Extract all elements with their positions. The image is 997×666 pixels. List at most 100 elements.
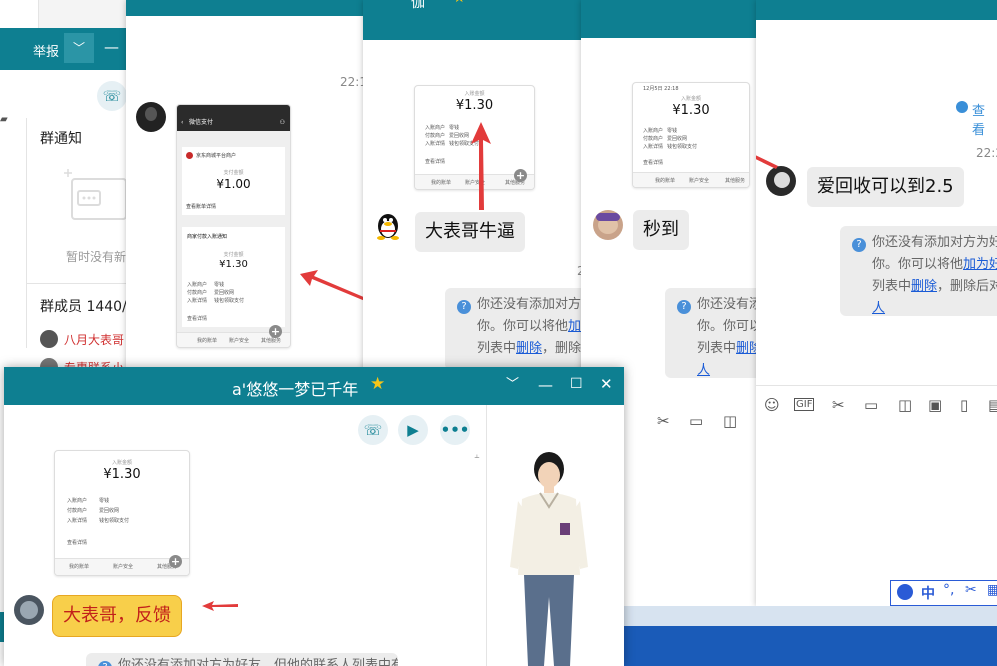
delete-link[interactable]: 删除 xyxy=(911,279,937,294)
detail-key: 入账商户 xyxy=(67,498,88,504)
add-icon[interactable]: + xyxy=(169,555,182,568)
screenshot-icon[interactable]: ◫ xyxy=(723,412,737,430)
toolbar-divider xyxy=(756,385,997,386)
video-call-icon[interactable]: ▶ xyxy=(398,415,428,445)
section-divider xyxy=(26,283,130,284)
dropdown-icon[interactable]: ﹀ xyxy=(64,33,94,63)
emoji-icon[interactable]: ☺ xyxy=(764,396,780,414)
notice-text: 你。你可以将他 xyxy=(477,319,569,334)
screenshot-icon[interactable]: ◫ xyxy=(898,396,912,414)
info-icon: ? xyxy=(457,300,471,314)
detail-value: 零钱 xyxy=(99,498,110,504)
footer-tab[interactable]: 我的账单 xyxy=(69,563,89,570)
scissors-icon[interactable]: ✂ xyxy=(657,412,670,430)
system-notice: ?你还没有添加对方为 你。你可以将他加为 列表中删除，删除后 xyxy=(445,288,585,370)
red-arrow-annotation xyxy=(756,155,778,169)
bill-detail-link[interactable]: 查看账单详情 xyxy=(186,203,216,210)
image-icon[interactable]: ▣ xyxy=(928,396,942,414)
collapse-icon[interactable]: ⫠ xyxy=(474,451,479,461)
notice-link[interactable]: 人 xyxy=(697,363,710,378)
footer: 我的账单 账户安全 其他服务 xyxy=(633,172,749,187)
detail-key: 付款商户 xyxy=(643,136,664,142)
notice-text: 列表中 xyxy=(477,341,517,356)
group-notice-title: 群通知 xyxy=(40,131,82,147)
footer-tab[interactable]: 其他服务 xyxy=(261,337,281,344)
chat-message-bubble: 大表哥牛逼 xyxy=(415,212,525,252)
notice-text: 你还没有添 xyxy=(697,297,761,312)
footer-tab[interactable]: 账户安全 xyxy=(229,337,249,344)
detail-link[interactable]: 查看详情 xyxy=(425,158,445,165)
info-icon: ? xyxy=(852,238,866,252)
chat-message-bubble: 爱回收可以到2.5 xyxy=(807,167,964,207)
footer-tab[interactable]: 其他服务 xyxy=(725,177,745,184)
desktop-strip xyxy=(622,606,997,626)
detail-key: 付款商户 xyxy=(187,290,208,296)
add-icon[interactable]: + xyxy=(514,169,527,182)
member-name[interactable]: 八月大表哥 xyxy=(64,331,124,348)
punctuation-icon[interactable]: °, xyxy=(943,582,954,598)
notice-text: 你还没有添加对方为 xyxy=(477,297,585,312)
footer-tab[interactable]: 我的账单 xyxy=(197,337,217,344)
detail-value: 钱包领取支付 xyxy=(99,518,130,524)
detail-key: 入账详情 xyxy=(643,144,664,150)
footer-tab[interactable]: 我的账单 xyxy=(655,177,675,184)
gif-icon[interactable]: GIF xyxy=(794,398,815,411)
detail-link[interactable]: 查看详情 xyxy=(643,159,663,166)
sender-avatar xyxy=(14,595,44,625)
footer-tab[interactable]: 账户安全 xyxy=(113,563,133,570)
notice-text: 你。你可以将他 xyxy=(872,257,964,272)
add-icon[interactable]: + xyxy=(269,325,282,338)
detail-link[interactable]: 查看详情 xyxy=(187,315,207,322)
folder-icon[interactable]: ▭ xyxy=(864,396,878,414)
titlebar xyxy=(363,0,585,40)
merchant-name: 京东商城平台商户 xyxy=(196,153,237,159)
window-title: a'悠悠一梦已千年 xyxy=(232,380,359,399)
notice-amount-label: 支付金额 xyxy=(223,252,244,258)
notice-text: 你还没有添加对方为好友 xyxy=(872,235,997,250)
ime-mode[interactable]: 中 xyxy=(921,583,935,603)
maximize-icon[interactable]: ☐ xyxy=(570,374,583,394)
clock-icon xyxy=(956,101,968,113)
group-members-title: 群成员 1440/ xyxy=(40,299,127,315)
dropdown-icon[interactable]: ﹀ xyxy=(506,375,519,395)
wechat-pay-screenshot[interactable]: ‹ 微信支付 ⚇ 京东商城平台商户 支付金额 ¥1.00 查看账单详情 商家付款… xyxy=(176,104,291,348)
scissors-icon[interactable]: ✂ xyxy=(965,582,977,598)
detail-value: 钱包领取支付 xyxy=(214,298,245,304)
sender-avatar xyxy=(593,210,623,240)
voice-call-icon[interactable]: ☏ xyxy=(358,415,388,445)
detail-value: 零钱 xyxy=(449,125,460,131)
minimize-icon[interactable]: — xyxy=(538,375,553,395)
notice-link[interactable]: 人 xyxy=(872,301,885,316)
red-arrow-annotation xyxy=(471,122,491,210)
view-history-link[interactable]: 查看 xyxy=(972,100,997,138)
grid-icon[interactable]: ▦ xyxy=(987,582,997,598)
red-arrow-annotation xyxy=(300,270,366,301)
transfer-screenshot[interactable]: 12月5日 22:18 入账金额 ¥1.30 入账商户 零钱 付款商户 爱回收网… xyxy=(632,82,750,188)
vibrate-icon[interactable]: ▯ xyxy=(960,396,968,414)
more-options-icon[interactable]: ••• xyxy=(440,415,470,445)
detail-value: 钱包领取支付 xyxy=(667,144,698,150)
folder-icon[interactable]: ▭ xyxy=(689,412,703,430)
footer-tab[interactable]: 我的账单 xyxy=(431,179,451,186)
phone-statusbar xyxy=(177,105,290,115)
detail-link[interactable]: 查看详情 xyxy=(67,539,87,546)
ime-toolbar[interactable]: 中 °, ✂ ▦ xyxy=(890,580,997,606)
empty-notice-icon xyxy=(64,169,127,220)
footer-tab[interactable]: 账户安全 xyxy=(689,177,709,184)
amount: ¥1.30 xyxy=(103,467,141,482)
chat-message-bubble: 大表哥，反馈 xyxy=(52,595,182,637)
minimize-icon[interactable]: — xyxy=(104,38,119,56)
detail-key: 入账详情 xyxy=(425,141,446,147)
user-show-avatar-figure xyxy=(510,452,588,666)
add-friend-link[interactable]: 加为好友 xyxy=(963,257,997,272)
close-icon[interactable]: ✕ xyxy=(600,374,613,394)
scissors-icon[interactable]: ✂ xyxy=(832,396,845,414)
delete-link[interactable]: 删除 xyxy=(516,341,542,356)
more-icon[interactable]: ▤ xyxy=(988,396,997,414)
report-button[interactable]: 举报 xyxy=(33,41,59,60)
notice-title: 商家付款入账通知 xyxy=(187,234,228,240)
member-avatar xyxy=(40,330,58,348)
phone-call-icon[interactable]: ☏ xyxy=(97,81,127,111)
message-time: 22:2 xyxy=(976,146,997,160)
transfer-screenshot[interactable]: 入账金额 ¥1.30 入账商户 零钱 付款商户 爱回收网 入账详情 钱包领取支付… xyxy=(54,450,190,576)
